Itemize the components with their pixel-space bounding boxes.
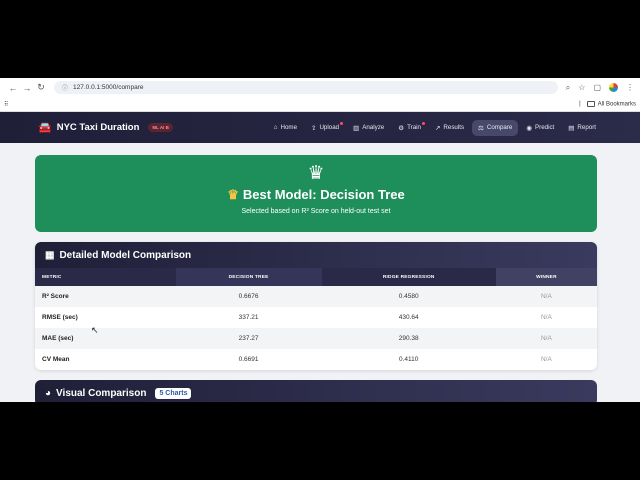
value-cell: 430.64 [321,307,496,328]
nav-compare-label: Compare [486,124,513,131]
app-navbar: 🚘 NYC Taxi Duration ML AI B ⌂ Home ⇪ Uploa… [0,112,640,143]
nav-predict[interactable]: ◉ Predict [520,120,560,136]
home-icon: ⌂ [273,124,278,131]
value-cell: 290.38 [321,328,496,349]
nav-home-label: Home [280,124,298,131]
best-model-banner: ♛ ♛ Best Model: Decision Tree Selected ba… [35,155,597,232]
nav-train[interactable]: ⚙ Train [392,120,427,136]
value-cell: 0.6676 [175,286,322,307]
nav-upload[interactable]: ⇪ Upload [305,120,345,136]
nav-home[interactable]: ⌂ Home [268,120,303,135]
winner-cell: N/A [495,349,597,370]
site-info-icon[interactable]: ⓘ [62,83,68,92]
nav-upload-label: Upload [319,124,340,131]
brand-badge: ML AI B [148,123,173,132]
upload-icon: ⇪ [311,124,317,132]
notification-dot [421,121,425,125]
nav-report[interactable]: ▤ Report [562,120,602,136]
comparison-header: ▦ Detailed Model Comparison [35,242,597,268]
folder-icon [586,100,595,107]
nav-analyze-label: Analyze [362,124,385,131]
brand[interactable]: 🚘 NYC Taxi Duration ML AI B [38,121,173,134]
chart-icon: ▥ [353,124,360,132]
forward-icon[interactable]: → [20,83,34,93]
winner-cell: N/A [495,307,597,328]
winner-cell: N/A [495,286,597,307]
column-header[interactable]: METRIC [35,268,176,286]
nav-train-label: Train [407,124,421,131]
best-model-title: ♛ Best Model: Decision Tree [35,187,597,203]
bookmarks-separator: | [579,100,581,107]
reload-icon[interactable]: ↻ [34,82,48,93]
mouse-cursor-icon: ↖ [91,325,99,335]
nav-analyze[interactable]: ▥ Analyze [347,120,390,136]
table-header-row: METRIC DECISION TREE RIDGE REGRESSION WI… [35,268,597,286]
line-chart-icon: ↗ [434,124,441,132]
star-icon[interactable]: ☆ [578,83,585,92]
robot-icon: ⚙ [398,124,405,132]
taxi-icon: 🚘 [38,122,52,134]
metric-cell: RMSE (sec) [35,307,176,328]
table-row: R² Score 0.6676 0.4580 N/A [35,286,597,307]
pie-chart-icon: ◕ [45,387,52,399]
chart-count-badge: 5 Charts [155,387,192,399]
address-bar-row: ← → ↻ ⓘ 127.0.0.1:5000/compare ⌕ ☆ ▢ ⋮ [0,78,640,97]
column-header[interactable]: RIDGE REGRESSION [321,268,496,286]
table-row: CV Mean 0.6691 0.4110 N/A [35,349,597,370]
menu-icon[interactable]: ⋮ [626,83,634,92]
best-model-title-text: Best Model: Decision Tree [242,187,405,202]
crown-icon: ♛ [307,163,325,184]
visual-comparison-title: Visual Comparison [56,387,147,399]
apps-grid-icon[interactable]: ⠿ [4,101,8,108]
nav-links: ⌂ Home ⇪ Upload ▥ Analyze ⚙ Train ↗ Results ⚖… [268,119,602,136]
nav-results-label: Results [443,124,465,131]
value-cell: 337.21 [175,307,322,328]
table-row: RMSE (sec) 337.21 430.64 N/A [35,307,597,328]
column-header[interactable]: WINNER [495,268,597,286]
value-cell: 0.4110 [321,349,496,370]
metric-cell: MAE (sec) [35,328,176,349]
back-icon[interactable]: ← [6,83,20,93]
column-header[interactable]: DECISION TREE [175,268,322,286]
value-cell: 0.6691 [175,349,322,370]
url-text: 127.0.0.1:5000/compare [73,84,144,91]
metric-cell: R² Score [35,286,176,307]
value-cell: 0.4580 [321,286,496,307]
crown-small-icon: ♛ [227,187,239,202]
table-icon: ▦ [45,249,55,261]
visual-comparison-header: ◕ Visual Comparison 5 Charts [35,380,597,402]
metric-cell: CV Mean [35,349,176,370]
browser-window: ← → ↻ ⓘ 127.0.0.1:5000/compare ⌕ ☆ ▢ ⋮ ⠿… [0,78,640,402]
best-model-subtitle: Selected based on R² Score on held-out t… [241,208,391,215]
notification-dot [340,121,344,125]
main-content: ♛ ♛ Best Model: Decision Tree Selected ba… [0,143,640,402]
predict-icon: ◉ [526,124,532,132]
nav-results[interactable]: ↗ Results [429,120,470,136]
table-row: MAE (sec) 237.27 290.38 N/A [35,328,597,349]
nav-predict-label: Predict [535,124,555,131]
winner-cell: N/A [495,328,597,349]
nav-compare[interactable]: ⚖ Compare [472,119,519,136]
comparison-card: ▦ Detailed Model Comparison METRIC DECIS… [35,242,597,370]
all-bookmarks-label: All Bookmarks [597,101,636,108]
brand-name: NYC Taxi Duration [56,122,140,133]
profile-avatar[interactable] [609,83,618,92]
all-bookmarks-link[interactable]: All Bookmarks [586,100,636,108]
url-field[interactable]: ⓘ 127.0.0.1:5000/compare [54,81,558,94]
report-icon: ▤ [568,124,575,132]
bookmarks-bar: ⠿ | All Bookmarks [0,97,640,112]
comparison-table: METRIC DECISION TREE RIDGE REGRESSION WI… [35,268,597,370]
comparison-title: Detailed Model Comparison [59,249,192,261]
compare-icon: ⚖ [478,124,484,132]
extensions-icon[interactable]: ▢ [593,83,601,92]
nav-report-label: Report [577,124,596,131]
zoom-icon[interactable]: ⌕ [566,83,570,93]
value-cell: 237.27 [175,328,322,349]
